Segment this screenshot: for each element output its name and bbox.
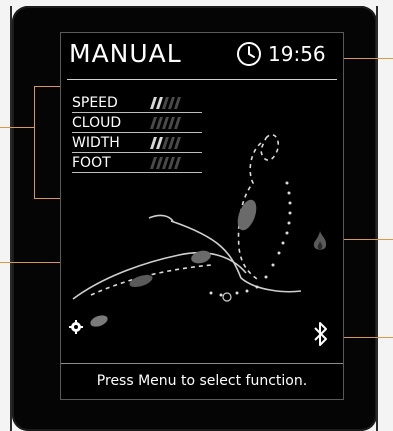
leader-bracket-settings: [34, 86, 35, 198]
lcd-screen: MANUAL 19:56 SPEED CLOUD WIDTH FOOT Pres…: [60, 32, 344, 400]
leader-line-settings: [0, 127, 34, 128]
back-roller-dots: [209, 181, 292, 297]
back-zone: [237, 199, 257, 231]
bezel-edge-left: [10, 6, 12, 431]
bluetooth-icon: [311, 321, 331, 351]
calf-zone: [129, 274, 153, 288]
foot-zone: [90, 315, 108, 327]
bezel-edge-right: [376, 6, 378, 431]
pivot-marker: [222, 292, 232, 302]
head-outline: [260, 133, 280, 161]
gear-icon: [69, 319, 83, 338]
leader-line-clock: [342, 58, 393, 59]
armrest-outline: [148, 214, 174, 222]
leader-line-heat: [342, 239, 393, 240]
leader-line-bluetooth: [342, 337, 393, 338]
seat-outline: [170, 220, 302, 293]
footer-divider: [61, 363, 343, 364]
chair-figure-illustration: [72, 133, 302, 327]
footer-prompt: Press Menu to select function.: [96, 373, 308, 389]
seat-zone: [191, 250, 211, 264]
flame-icon: [311, 229, 329, 257]
